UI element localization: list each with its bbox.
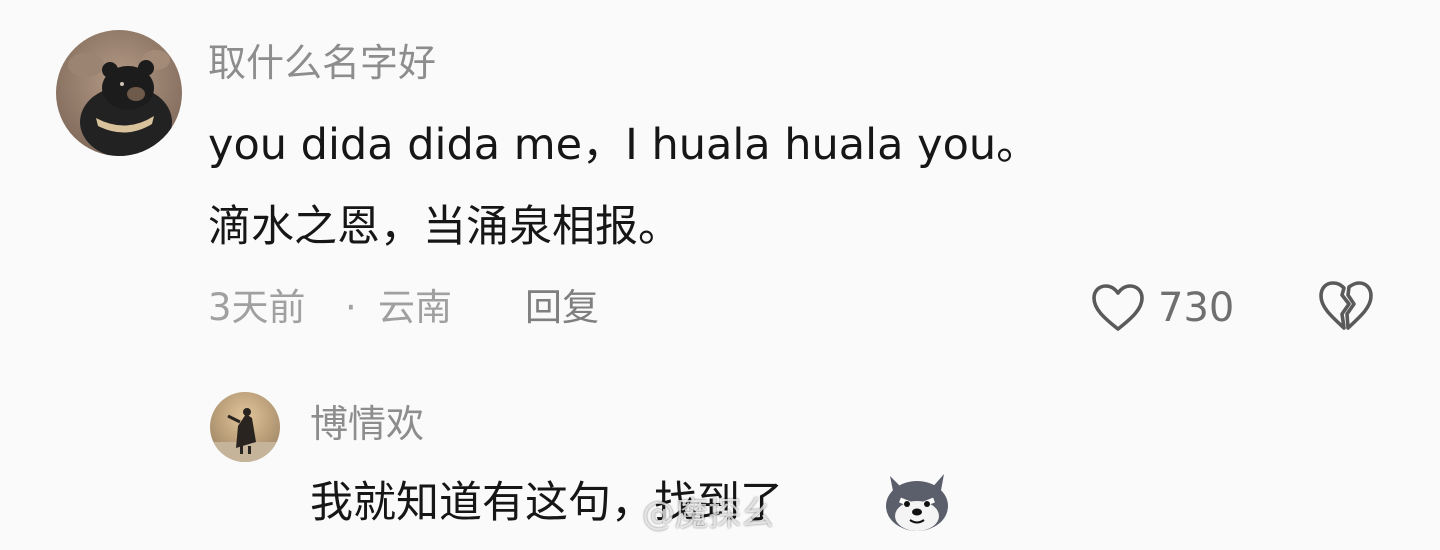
comment-username[interactable]: 取什么名字好 (208, 44, 436, 82)
comment-text-line: 滴水之恩，当涌泉相报。 (208, 202, 681, 252)
avatar[interactable] (210, 392, 280, 462)
avatar[interactable] (56, 30, 182, 156)
comment-location: 云南 (378, 286, 452, 329)
dislike-button[interactable] (1318, 280, 1374, 334)
doge-dog-emoji (880, 470, 954, 534)
bear-avatar-image (56, 30, 182, 156)
watermark: @魔探幺 (642, 494, 774, 533)
reply-username[interactable]: 博情欢 (310, 405, 424, 443)
person-avatar-image (210, 392, 280, 462)
comment-thread: 取什么名字好 you dida dida me，I huala huala yo… (0, 0, 1440, 550)
meta-separator: · (345, 286, 357, 329)
broken-heart-icon (1319, 281, 1373, 330)
like-count: 730 (1158, 285, 1235, 331)
comment-timestamp: 3天前 (208, 286, 306, 329)
comment-text-line: you dida dida me，I huala huala you。 (208, 120, 1040, 170)
heart-outline-icon (1092, 284, 1144, 331)
reply-button[interactable]: 回复 (525, 289, 599, 326)
like-button[interactable]: 730 (1090, 280, 1234, 336)
